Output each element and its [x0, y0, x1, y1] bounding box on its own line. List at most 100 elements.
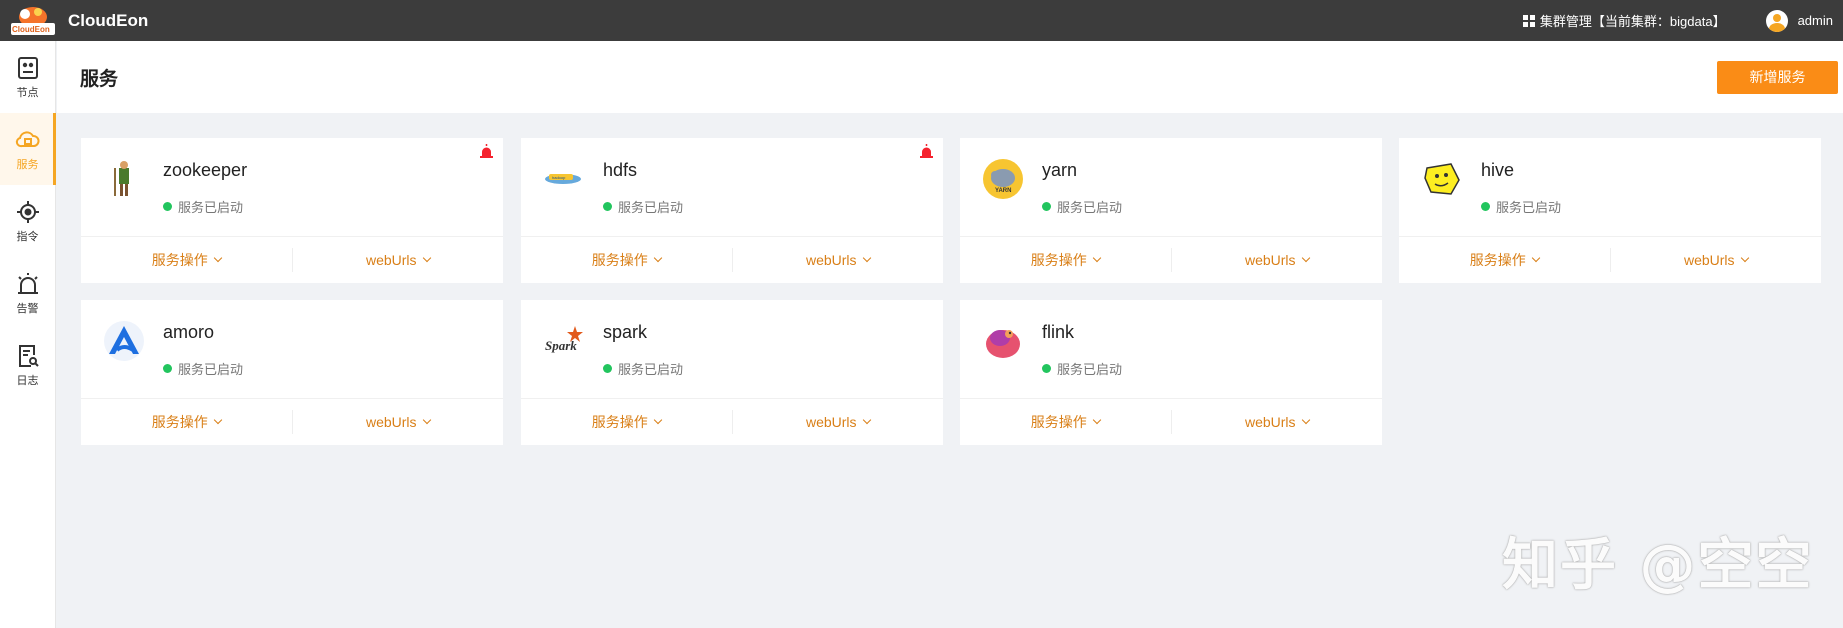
user-menu[interactable]: admin [1765, 9, 1833, 32]
service-status: 服务已启动 [1481, 197, 1561, 216]
service-card[interactable]: flink 服务已启动 服务操作 webUrls [960, 300, 1382, 445]
weburls-dropdown[interactable]: webUrls [1170, 410, 1383, 434]
ops-label: 服务操作 [1469, 252, 1526, 268]
status-dot [603, 364, 612, 373]
service-card[interactable]: YARN yarn 服务已启动 服务操作 webUrls [960, 138, 1382, 283]
service-name: spark [603, 322, 648, 342]
chevron-down-icon [862, 253, 871, 263]
service-name: flink [1042, 322, 1075, 342]
sidebar: 节点 服务 指令 告警 日志 [0, 41, 56, 628]
service-name: yarn [1042, 160, 1078, 180]
weburls-label: webUrls [1244, 252, 1296, 268]
service-status: 服务已启动 [163, 359, 243, 378]
service-name: hive [1481, 160, 1515, 180]
sidebar-item-alerts[interactable]: 告警 [0, 257, 55, 329]
chevron-down-icon [1092, 253, 1101, 263]
weburls-label: webUrls [1683, 252, 1735, 268]
service-card[interactable]: zookeeper 服务已启动 服务操作 webUrls [81, 138, 503, 283]
sidebar-item-logs[interactable]: 日志 [0, 329, 55, 401]
status-text: 服务已启动 [1496, 200, 1562, 215]
status-dot [163, 202, 172, 211]
amoro-logo-icon [104, 321, 144, 361]
sidebar-item-services[interactable]: 服务 [0, 113, 56, 185]
weburls-label: webUrls [365, 414, 417, 430]
grid-icon [1522, 14, 1535, 27]
sidebar-item-label: 节点 [16, 86, 39, 99]
weburls-label: webUrls [805, 252, 857, 268]
watermark: 知乎 @空空 [1502, 533, 1814, 598]
ops-label: 服务操作 [151, 252, 208, 268]
cluster-menu[interactable]: 集群管理【当前集群：bigdata】 [1522, 11, 1726, 30]
chevron-down-icon [862, 415, 871, 425]
flink-logo-icon [986, 330, 1020, 358]
log-icon [18, 344, 39, 367]
sidebar-item-label: 日志 [16, 374, 39, 387]
zookeeper-logo-icon [114, 161, 129, 196]
alarm-icon[interactable] [479, 144, 494, 159]
chevron-down-icon [1301, 253, 1310, 263]
weburls-dropdown[interactable]: webUrls [731, 410, 944, 434]
avatar [1765, 9, 1788, 32]
brand-name: CloudEon [68, 10, 149, 30]
service-status: 服务已启动 [163, 197, 243, 216]
username: admin [1797, 13, 1833, 28]
svg-text:hadoop: hadoop [552, 175, 566, 180]
ops-label: 服务操作 [591, 252, 648, 268]
target-icon [16, 200, 39, 223]
status-dot [163, 364, 172, 373]
weburls-dropdown[interactable]: webUrls [291, 410, 504, 434]
ops-label: 服务操作 [1030, 414, 1087, 430]
sidebar-item-label: 服务 [16, 158, 39, 171]
chevron-down-icon [213, 253, 222, 263]
service-card[interactable]: hadoop hdfs 服务已启动 服务操作 webUrls [521, 138, 943, 283]
service-ops-dropdown[interactable]: 服务操作 [1399, 250, 1610, 270]
chevron-down-icon [213, 415, 222, 425]
yarn-logo-icon: YARN [983, 159, 1023, 199]
chevron-down-icon [1301, 415, 1310, 425]
status-dot [1481, 202, 1490, 211]
service-ops-dropdown[interactable]: 服务操作 [521, 250, 732, 270]
status-dot [1042, 202, 1051, 211]
weburls-dropdown[interactable]: webUrls [1170, 248, 1383, 272]
logo-text: CloudEon [12, 24, 50, 34]
sidebar-item-nodes[interactable]: 节点 [0, 41, 55, 113]
weburls-dropdown[interactable]: webUrls [1609, 248, 1822, 272]
hdfs-logo-icon: hadoop [545, 174, 581, 184]
service-card[interactable]: Spark spark 服务已启动 服务操作 webUrls [521, 300, 943, 445]
alarm-icon [17, 272, 38, 294]
cloudeon-logo[interactable]: CloudEon [11, 5, 55, 37]
alarm-icon[interactable] [919, 144, 934, 159]
chevron-down-icon [1092, 415, 1101, 425]
service-ops-dropdown[interactable]: 服务操作 [960, 412, 1171, 432]
ops-label: 服务操作 [151, 414, 208, 430]
service-status: 服务已启动 [603, 359, 683, 378]
weburls-label: webUrls [1244, 414, 1296, 430]
service-card[interactable]: amoro 服务已启动 服务操作 webUrls [81, 300, 503, 445]
service-ops-dropdown[interactable]: 服务操作 [960, 250, 1171, 270]
weburls-dropdown[interactable]: webUrls [731, 248, 944, 272]
service-name: zookeeper [163, 160, 248, 180]
status-text: 服务已启动 [618, 200, 684, 215]
weburls-label: webUrls [805, 414, 857, 430]
sidebar-item-commands[interactable]: 指令 [0, 185, 55, 257]
chevron-down-icon [422, 253, 431, 263]
chevron-down-icon [653, 253, 662, 263]
sidebar-item-label: 告警 [16, 302, 39, 315]
chevron-down-icon [422, 415, 431, 425]
service-ops-dropdown[interactable]: 服务操作 [81, 412, 292, 432]
status-text: 服务已启动 [1057, 362, 1123, 377]
page-header: 服务 新增服务 [57, 41, 1843, 113]
svg-text:Spark: Spark [545, 338, 577, 353]
service-ops-dropdown[interactable]: 服务操作 [521, 412, 732, 432]
sidebar-item-label: 指令 [16, 230, 39, 243]
service-status: 服务已启动 [1042, 359, 1122, 378]
service-ops-dropdown[interactable]: 服务操作 [81, 250, 292, 270]
ops-label: 服务操作 [591, 414, 648, 430]
status-text: 服务已启动 [1057, 200, 1123, 215]
service-card[interactable]: hive 服务已启动 服务操作 webUrls [1399, 138, 1821, 283]
spark-logo-icon: Spark [545, 326, 583, 353]
hive-logo-icon [1424, 163, 1460, 195]
add-service-button[interactable]: 新增服务 [1717, 60, 1838, 94]
weburls-dropdown[interactable]: webUrls [291, 248, 504, 272]
status-text: 服务已启动 [178, 362, 244, 377]
